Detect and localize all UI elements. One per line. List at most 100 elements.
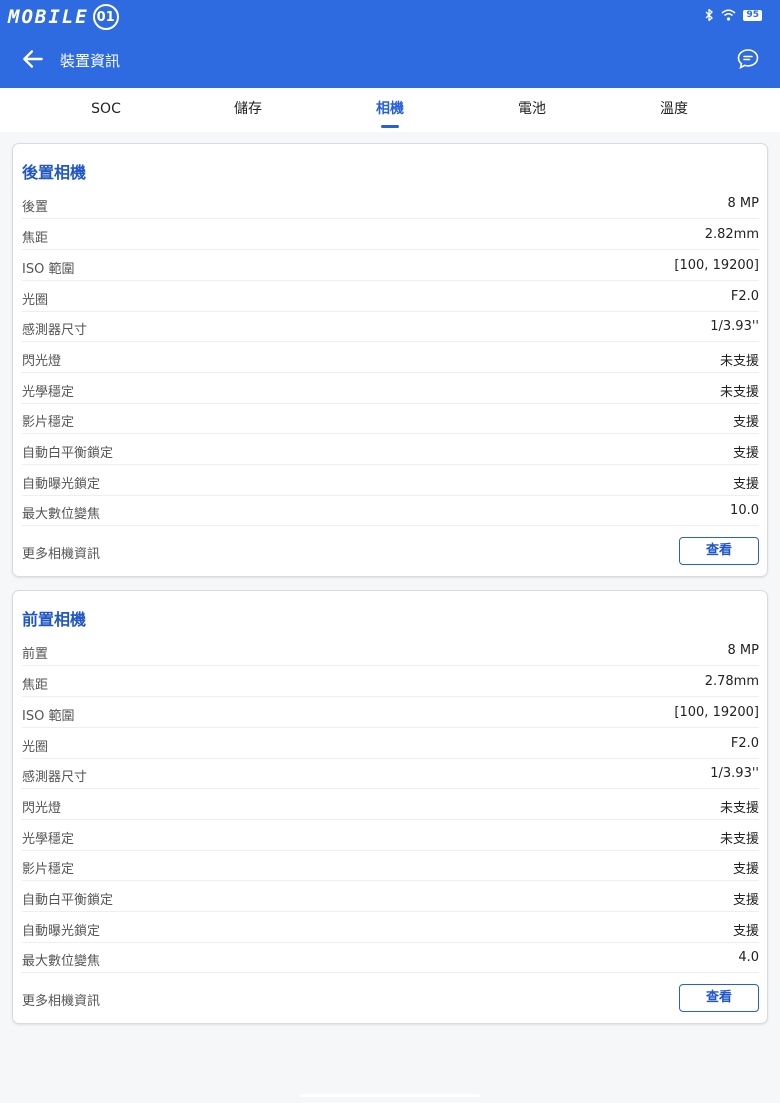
info-row: 後置 8 MP [22,188,759,219]
row-value: 未支援 [719,354,759,369]
row-label: 閃光燈 [22,354,62,369]
tab-label: SOC [91,101,121,117]
row-value: 2.82mm [704,227,759,242]
info-row: 光學穩定 未支援 [22,373,759,404]
row-label: 後置 [22,200,49,215]
tab-label: 儲存 [234,101,262,117]
row-label: 光學穩定 [22,832,75,847]
row-label: ISO 範圍 [22,709,75,724]
row-value: 支援 [732,415,759,430]
row-value: 未支援 [719,801,759,816]
view-button[interactable]: 查看 [679,537,759,565]
row-label: 光學穩定 [22,385,75,400]
row-value: 支援 [732,862,759,877]
row-label: 自動白平衡鎖定 [22,446,114,461]
row-value: 支援 [732,446,759,461]
row-value: 支援 [732,924,759,939]
row-label: 閃光燈 [22,801,62,816]
info-row: 自動白平衡鎖定 支援 [22,434,759,465]
row-label: 最大數位變焦 [22,954,101,969]
row-value: 1/3.93'' [710,766,759,781]
tab-battery[interactable]: 電池 [461,88,603,132]
info-row: 閃光燈 未支援 [22,789,759,820]
row-value: 8 MP [727,196,759,211]
row-value: 4.0 [738,950,759,965]
row-label: 自動曝光鎖定 [22,477,101,492]
row-label: 影片穩定 [22,415,75,430]
tab-label: 電池 [518,101,546,117]
row-value: [100, 19200] [674,258,759,273]
logo-suffix: 01 [92,4,119,30]
row-label: 感測器尺寸 [22,323,88,338]
tab-storage[interactable]: 儲存 [177,88,319,132]
row-label: 焦距 [22,678,49,693]
info-row: 閃光燈 未支援 [22,342,759,373]
info-row: 影片穩定 支援 [22,850,759,881]
row-value: F2.0 [730,289,759,304]
home-indicator[interactable] [300,1094,480,1097]
row-label: 前置 [22,647,49,662]
row-value: 2.78mm [704,674,759,689]
tab-soc[interactable]: SOC [35,88,177,132]
row-value: 未支援 [719,385,759,400]
row-value: 支援 [732,893,759,908]
row-value: 1/3.93'' [710,319,759,334]
tab-temperature[interactable]: 溫度 [603,88,745,132]
more-camera-info-label: 更多相機資訊 [22,994,101,1009]
info-row: 最大數位變焦 4.0 [22,942,759,973]
card-title: 後置相機 [22,163,87,182]
info-row: 焦距 2.78mm [22,666,759,697]
logo-text: MOBILE [8,6,89,28]
watermark-logo: MOBILE 01 [8,4,119,30]
row-label: 影片穩定 [22,862,75,877]
row-value: 10.0 [730,503,759,518]
row-label: ISO 範圍 [22,262,75,277]
row-label: 焦距 [22,231,49,246]
row-label: 光圈 [22,293,49,308]
status-icons: 95 [705,9,762,21]
row-value: [100, 19200] [674,705,759,720]
info-row: 自動曝光鎖定 支援 [22,465,759,496]
info-row: 感測器尺寸 1/3.93'' [22,758,759,789]
row-value: 支援 [732,477,759,492]
row-label: 自動曝光鎖定 [22,924,101,939]
info-row: 光圈 F2.0 [22,728,759,759]
row-label: 感測器尺寸 [22,770,88,785]
page-title: 裝置資訊 [60,52,121,70]
card-title: 前置相機 [22,610,87,629]
more-camera-info-label: 更多相機資訊 [22,547,101,562]
back-arrow-icon[interactable] [20,46,46,72]
info-row: ISO 範圍 [100, 19200] [22,250,759,281]
tab-label: 相機 [376,101,404,117]
row-label: 最大數位變焦 [22,507,101,522]
app-header: MOBILE 01 95 裝置資訊 [0,0,780,88]
status-bar: MOBILE 01 95 [0,0,780,34]
info-row: 影片穩定 支援 [22,403,759,434]
view-button[interactable]: 查看 [679,984,759,1012]
rear-camera-card: 後置相機 後置 8 MP 焦距 2.82mm ISO 範圍 [100, 19200] … [13,144,767,576]
info-row: 前置 8 MP [22,635,759,666]
app-bar: 裝置資訊 [0,40,780,80]
tab-camera[interactable]: 相機 [319,88,461,132]
row-value: F2.0 [730,736,759,751]
info-row: 最大數位變焦 10.0 [22,495,759,526]
info-row: 焦距 2.82mm [22,219,759,250]
info-row: ISO 範圍 [100, 19200] [22,697,759,728]
info-row: 光圈 F2.0 [22,281,759,312]
row-label: 光圈 [22,740,49,755]
row-label: 自動白平衡鎖定 [22,893,114,908]
front-camera-card: 前置相機 前置 8 MP 焦距 2.78mm ISO 範圍 [100, 19200] … [13,591,767,1023]
chat-icon[interactable] [736,47,760,71]
wifi-icon [721,9,736,21]
info-row: 自動曝光鎖定 支援 [22,912,759,943]
tab-bar: SOC 儲存 相機 電池 溫度 [0,88,780,132]
battery-icon: 95 [743,9,762,21]
active-tab-indicator [381,125,399,128]
info-row: 自動白平衡鎖定 支援 [22,881,759,912]
row-value: 未支援 [719,832,759,847]
row-value: 8 MP [727,643,759,658]
info-row: 光學穩定 未支援 [22,820,759,851]
bluetooth-icon [706,9,714,21]
info-row: 感測器尺寸 1/3.93'' [22,311,759,342]
tab-label: 溫度 [660,101,688,117]
